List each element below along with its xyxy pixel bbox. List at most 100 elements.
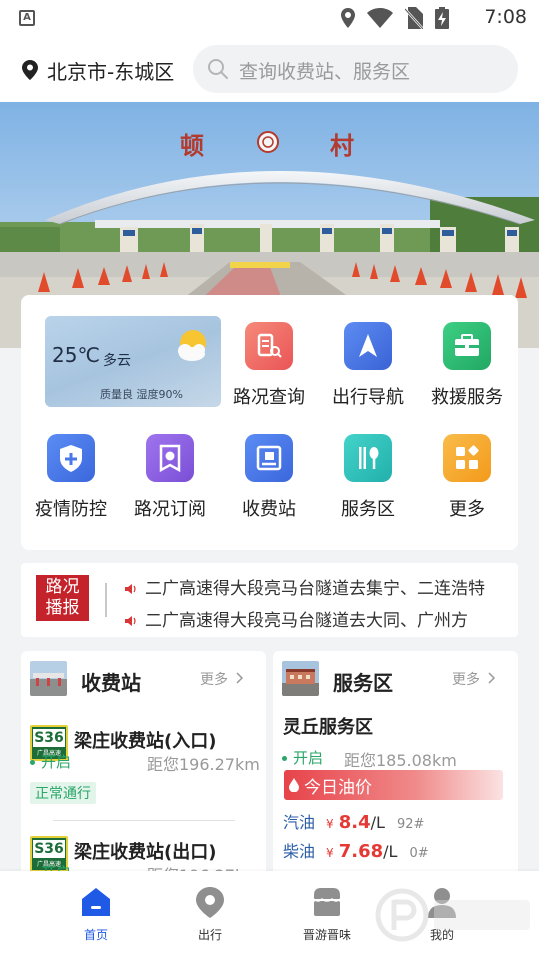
- subscribe-icon: [146, 434, 194, 482]
- grid-item-service-area[interactable]: 服务区: [320, 434, 416, 521]
- toll-station-name[interactable]: 梁庄收费站(出口): [74, 838, 216, 864]
- service-area-name[interactable]: 灵丘服务区: [283, 713, 373, 739]
- toll-thumbnail: [30, 661, 67, 696]
- grid-item-rescue[interactable]: 救援服务: [419, 322, 515, 409]
- nav-travel[interactable]: 出行: [165, 885, 255, 943]
- status-text: 开启: [41, 753, 72, 771]
- nav-local[interactable]: 晋游晋味: [282, 885, 372, 943]
- banner-sign-right: 村: [330, 131, 354, 160]
- status-icons: [341, 7, 449, 29]
- grid-item-subscribe[interactable]: 路况订阅: [122, 434, 218, 521]
- banner-sign-left: 顿: [180, 131, 204, 160]
- service-area-card: 服务区 更多 灵丘服务区 开启 距您185.08km 今日油价 汽油 ¥ 8.4 /…: [273, 651, 518, 881]
- nav-label: 晋游晋味: [302, 928, 351, 942]
- location-pin-icon[interactable]: [22, 60, 38, 80]
- traffic-news[interactable]: 路况 播报 二广高速得大段亮马台隧道去集宁、二连浩特 二广高速得大段亮马台隧道去…: [21, 563, 518, 637]
- status-text: 开启: [293, 749, 324, 767]
- grid-item-label: 路况查询: [233, 387, 305, 408]
- more-link[interactable]: 更多: [452, 669, 480, 689]
- divider: [105, 583, 107, 617]
- more-grid-icon: [443, 434, 491, 482]
- fuel-type: 汽油: [283, 813, 316, 832]
- grid-item-toll[interactable]: 收费站: [221, 434, 317, 521]
- status-dot: [282, 756, 287, 761]
- fuel-price: 8.4: [338, 812, 371, 833]
- speaker-icon: [125, 584, 136, 594]
- oil-price-header: 今日油价: [284, 770, 503, 800]
- logo-line-2: 播报: [45, 598, 80, 618]
- service-area-thumbnail: [282, 661, 319, 696]
- current-city[interactable]: 北京市-东城区: [47, 56, 174, 85]
- grid-item-label: 疫情防控: [35, 499, 107, 520]
- partly-cloudy-icon: [178, 330, 206, 361]
- grid-item-navigation[interactable]: 出行导航: [320, 322, 416, 409]
- highway-code: S36: [33, 729, 65, 747]
- status-dot: [30, 760, 35, 765]
- traffic-status-badge: 正常通行: [30, 782, 96, 804]
- grid-item-label: 出行导航: [332, 387, 404, 408]
- speaker-icon: [125, 616, 136, 626]
- grid-item-more[interactable]: 更多: [419, 434, 515, 521]
- distance: 距您196.27km: [147, 755, 260, 774]
- nav-label: 出行: [197, 928, 222, 942]
- shield-plus-icon: [47, 434, 95, 482]
- more-link[interactable]: 更多: [200, 669, 228, 689]
- grid-item-label: 收费站: [242, 499, 296, 520]
- news-item[interactable]: 二广高速得大段亮马台隧道去大同、广州方: [125, 606, 468, 631]
- road-query-icon: [245, 322, 293, 370]
- status-open: 开启: [282, 747, 323, 768]
- card-title: 服务区: [333, 671, 393, 695]
- search-placeholder: 查询收费站、服务区: [239, 61, 411, 83]
- currency: ¥: [326, 817, 334, 831]
- search-icon: [208, 59, 228, 79]
- news-item-text: 二广高速得大段亮马台隧道去集宁、二连浩特: [145, 579, 485, 599]
- nav-home[interactable]: 首页: [51, 885, 141, 943]
- feature-grid-card: 25℃ 多云 质量良 湿度90% 路况查询 出行导航 救援服务 疫情防控 路况订…: [21, 295, 518, 550]
- news-item[interactable]: 二广高速得大段亮马台隧道去集宁、二连浩特: [125, 574, 485, 599]
- toll-station-name[interactable]: 梁庄收费站(入口): [74, 727, 216, 753]
- grid-item-label: 更多: [449, 499, 485, 520]
- grid-item-label: 服务区: [341, 499, 395, 520]
- fuel-grade: 92#: [396, 817, 425, 832]
- location-status-icon: [341, 8, 355, 28]
- watermark-logo: [375, 888, 530, 942]
- news-item-text: 二广高速得大段亮马台隧道去大同、广州方: [145, 611, 468, 631]
- chevron-right-icon[interactable]: [487, 672, 496, 684]
- fuel-type: 柴油: [283, 842, 316, 861]
- battery-charging-icon: [435, 7, 449, 29]
- status-open: 开启: [30, 751, 71, 772]
- home-icon: [82, 888, 110, 916]
- shop-icon: [313, 888, 341, 916]
- clock: 7:08: [484, 6, 527, 28]
- chevron-right-icon[interactable]: [235, 672, 244, 684]
- oil-price-row: 汽油 ¥ 8.4/L 92#: [283, 809, 424, 833]
- wifi-icon: [367, 8, 393, 28]
- card-title: 收费站: [81, 671, 141, 695]
- grid-item-epidemic[interactable]: 疫情防控: [23, 434, 119, 521]
- weather-air-quality: 质量良 湿度90%: [100, 388, 183, 401]
- header: 北京市-东城区 查询收费站、服务区: [0, 38, 539, 102]
- status-bar: A 7:08: [0, 0, 539, 38]
- search-box[interactable]: 查询收费站、服务区: [193, 45, 518, 93]
- weather-description: 多云: [103, 353, 131, 369]
- grid-item-label: 路况订阅: [134, 499, 206, 520]
- highway-code: S36: [33, 840, 65, 858]
- location-pin-icon: [196, 887, 224, 918]
- grid-item-road-query[interactable]: 路况查询: [221, 322, 317, 409]
- fuel-price: 7.68: [338, 841, 384, 862]
- oil-price-row: 柴油 ¥ 7.68/L 0#: [283, 838, 429, 862]
- distance: 距您185.08km: [344, 751, 457, 770]
- logo-line-1: 路况: [45, 577, 80, 597]
- nav-label: 首页: [83, 928, 108, 942]
- navigation-icon: [344, 322, 392, 370]
- traffic-broadcast-logo: 路况 播报: [36, 575, 89, 621]
- fuel-drop-icon: [289, 778, 299, 792]
- currency: ¥: [326, 846, 334, 860]
- price-unit: /L: [383, 842, 398, 861]
- no-sim-icon: [405, 7, 423, 29]
- oil-price-title: 今日油价: [304, 778, 372, 798]
- toll-station-card: 收费站 更多 S36 广昌高速 梁庄收费站(入口) 开启 距您196.27km …: [21, 651, 266, 881]
- weather-widget[interactable]: 25℃ 多云 质量良 湿度90%: [45, 316, 221, 407]
- fuel-grade: 0#: [409, 846, 429, 861]
- notification-a-icon: A: [19, 10, 35, 26]
